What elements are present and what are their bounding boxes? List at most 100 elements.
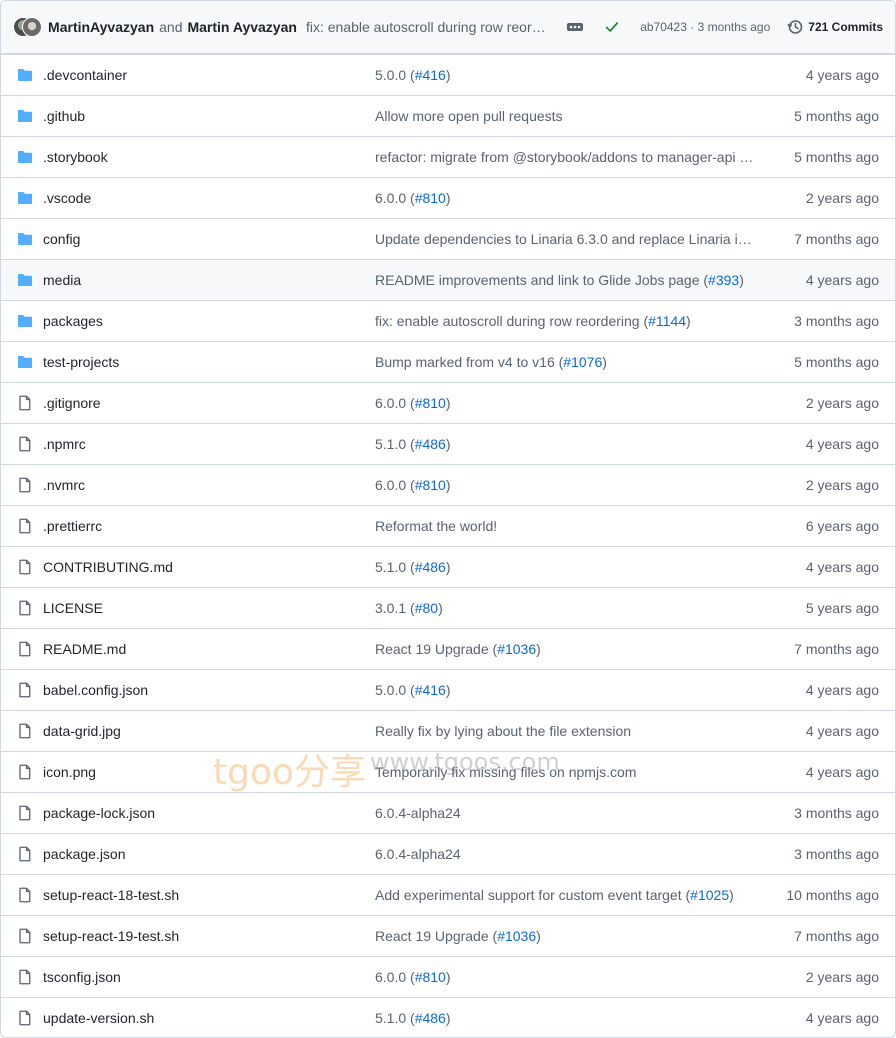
file-name-link[interactable]: packages	[43, 313, 103, 329]
commit-message-text[interactable]: 5.1.0 (	[375, 1010, 415, 1026]
pull-request-link[interactable]: #416	[415, 682, 446, 698]
commit-message-suffix[interactable]: )	[536, 928, 541, 944]
avatar[interactable]	[22, 17, 42, 37]
commit-message-text[interactable]: fix: enable autoscroll during row reorde…	[375, 313, 648, 329]
pull-request-link[interactable]: #486	[415, 1010, 446, 1026]
commit-message-text[interactable]: 6.0.0 (	[375, 477, 415, 493]
commit-message-link[interactable]: Temporarily fix missing files on npmjs.c…	[375, 764, 636, 780]
commit-message-text[interactable]: README improvements and link to Glide Jo…	[375, 272, 708, 288]
file-name-link[interactable]: package-lock.json	[43, 805, 155, 821]
commit-sha-link[interactable]: ab70423 · 3 months ago	[640, 20, 770, 34]
file-row[interactable]: package.json 6.0.4-alpha24 3 months ago	[1, 833, 895, 874]
file-row[interactable]: setup-react-18-test.sh Add experimental s…	[1, 874, 895, 915]
file-name-link[interactable]: config	[43, 231, 80, 247]
file-name-link[interactable]: setup-react-19-test.sh	[43, 928, 179, 944]
pull-request-link[interactable]: #1036	[497, 928, 536, 944]
file-row[interactable]: test-projects Bump marked from v4 to v16 …	[1, 341, 895, 382]
commit-message-suffix[interactable]: )	[446, 436, 451, 452]
commit-message-text[interactable]: 6.0.0 (	[375, 395, 415, 411]
file-name-link[interactable]: .prettierrc	[43, 518, 102, 534]
commit-message-text[interactable]: Allow more open pull requests	[375, 108, 563, 124]
commit-message-text[interactable]: React 19 Upgrade (	[375, 928, 497, 944]
file-name-link[interactable]: .devcontainer	[43, 67, 127, 83]
file-name-link[interactable]: babel.config.json	[43, 682, 148, 698]
commit-message-link[interactable]: refactor: migrate from @storybook/addons…	[375, 149, 753, 165]
commit-message-link[interactable]: 5.1.0 (#486)	[375, 436, 451, 452]
commit-message-link[interactable]: 5.0.0 (#416)	[375, 682, 451, 698]
avatar-group[interactable]	[13, 16, 42, 38]
pull-request-link[interactable]: #810	[415, 477, 446, 493]
commit-message-suffix[interactable]: )	[739, 272, 744, 288]
pull-request-link[interactable]: #810	[415, 395, 446, 411]
commit-message-link[interactable]: fix: enable autoscroll during row reorde…	[306, 19, 550, 35]
commit-message-text[interactable]: 6.0.0 (	[375, 969, 415, 985]
commit-message-text[interactable]: 6.0.4-alpha24	[375, 805, 461, 821]
commit-message-text[interactable]: 6.0.4-alpha24	[375, 846, 461, 862]
commit-message-suffix[interactable]: )	[446, 969, 451, 985]
file-row[interactable]: README.md React 19 Upgrade (#1036) 7 month…	[1, 628, 895, 669]
commit-message-text[interactable]: Update dependencies to Linaria 6.3.0 and…	[375, 231, 757, 247]
file-row[interactable]: update-version.sh 5.1.0 (#486) 4 years ago	[1, 997, 895, 1037]
file-row[interactable]: tsconfig.json 6.0.0 (#810) 2 years ago	[1, 956, 895, 997]
pull-request-link[interactable]: #1036	[497, 641, 536, 657]
pull-request-link[interactable]: #810	[415, 190, 446, 206]
commit-message-link[interactable]: 6.0.0 (#810)	[375, 190, 451, 206]
commit-message-link[interactable]: 5.1.0 (#486)	[375, 1010, 451, 1026]
commit-message-link[interactable]: Update dependencies to Linaria 6.3.0 and…	[375, 231, 757, 247]
pull-request-link[interactable]: #393	[708, 272, 739, 288]
commit-message-text[interactable]: 6.0.0 (	[375, 190, 415, 206]
commits-history-link[interactable]: 721 Commits	[787, 19, 883, 35]
file-name-link[interactable]: .vscode	[43, 190, 91, 206]
file-name-link[interactable]: update-version.sh	[43, 1010, 154, 1026]
file-row[interactable]: .github Allow more open pull requests 5 mo…	[1, 95, 895, 136]
file-row[interactable]: .nvmrc 6.0.0 (#810) 2 years ago	[1, 464, 895, 505]
commit-message-suffix[interactable]: )	[536, 641, 541, 657]
file-row[interactable]: media README improvements and link to Gli…	[1, 259, 895, 300]
file-name-link[interactable]: .gitignore	[43, 395, 101, 411]
file-row[interactable]: packages fix: enable autoscroll during ro…	[1, 300, 895, 341]
file-row[interactable]: data-grid.jpg Really fix by lying about t…	[1, 710, 895, 751]
commit-message-suffix[interactable]: )	[446, 477, 451, 493]
commit-message-text[interactable]: refactor: migrate from @storybook/addons…	[375, 149, 753, 165]
file-name-link[interactable]: test-projects	[43, 354, 119, 370]
pull-request-link[interactable]: #80	[415, 600, 438, 616]
file-row[interactable]: CONTRIBUTING.md 5.1.0 (#486) 4 years ago	[1, 546, 895, 587]
commit-message-link[interactable]: 3.0.1 (#80)	[375, 600, 443, 616]
file-name-link[interactable]: package.json	[43, 846, 126, 862]
commit-message-text[interactable]: 5.1.0 (	[375, 436, 415, 452]
pull-request-link[interactable]: #1025	[690, 887, 729, 903]
pull-request-link[interactable]: #810	[415, 969, 446, 985]
pull-request-link[interactable]: #1076	[563, 354, 602, 370]
commit-message-text[interactable]: 3.0.1 (	[375, 600, 415, 616]
commit-message-link[interactable]: 5.0.0 (#416)	[375, 67, 451, 83]
commit-message-suffix[interactable]: )	[438, 600, 443, 616]
commit-message-link[interactable]: 6.0.4-alpha24	[375, 846, 461, 862]
commit-message-link[interactable]: Allow more open pull requests	[375, 108, 563, 124]
commit-message-text[interactable]: 5.0.0 (	[375, 682, 415, 698]
commit-message-text[interactable]: Really fix by lying about the file exten…	[375, 723, 631, 739]
commit-message-link[interactable]: 6.0.0 (#810)	[375, 395, 451, 411]
commit-message-link[interactable]: Reformat the world!	[375, 518, 497, 534]
file-name-link[interactable]: .github	[43, 108, 85, 124]
commit-coauthor-link[interactable]: Martin Ayvazyan	[187, 19, 296, 35]
file-row[interactable]: .npmrc 5.1.0 (#486) 4 years ago	[1, 423, 895, 464]
file-row[interactable]: config Update dependencies to Linaria 6.3…	[1, 218, 895, 259]
commit-message-link[interactable]: 6.0.0 (#810)	[375, 477, 451, 493]
pull-request-link[interactable]: #416	[415, 67, 446, 83]
commit-message-link[interactable]: 6.0.0 (#810)	[375, 969, 451, 985]
file-row[interactable]: setup-react-19-test.sh React 19 Upgrade (…	[1, 915, 895, 956]
file-row[interactable]: babel.config.json 5.0.0 (#416) 4 years ago	[1, 669, 895, 710]
commit-message-link[interactable]: Add experimental support for custom even…	[375, 887, 734, 903]
commit-message-link[interactable]: Really fix by lying about the file exten…	[375, 723, 631, 739]
file-row[interactable]: .vscode 6.0.0 (#810) 2 years ago	[1, 177, 895, 218]
file-row[interactable]: LICENSE 3.0.1 (#80) 5 years ago	[1, 587, 895, 628]
commit-message-link[interactable]: 6.0.4-alpha24	[375, 805, 461, 821]
file-row[interactable]: package-lock.json 6.0.4-alpha24 3 months a…	[1, 792, 895, 833]
commit-message-text[interactable]: Reformat the world!	[375, 518, 497, 534]
commit-message-text[interactable]: React 19 Upgrade (	[375, 641, 497, 657]
ellipsis-icon[interactable]	[564, 20, 585, 34]
file-name-link[interactable]: icon.png	[43, 764, 96, 780]
commit-message-text[interactable]: Add experimental support for custom even…	[375, 887, 690, 903]
file-name-link[interactable]: README.md	[43, 641, 126, 657]
commit-message-text[interactable]: Bump marked from v4 to v16 (	[375, 354, 563, 370]
